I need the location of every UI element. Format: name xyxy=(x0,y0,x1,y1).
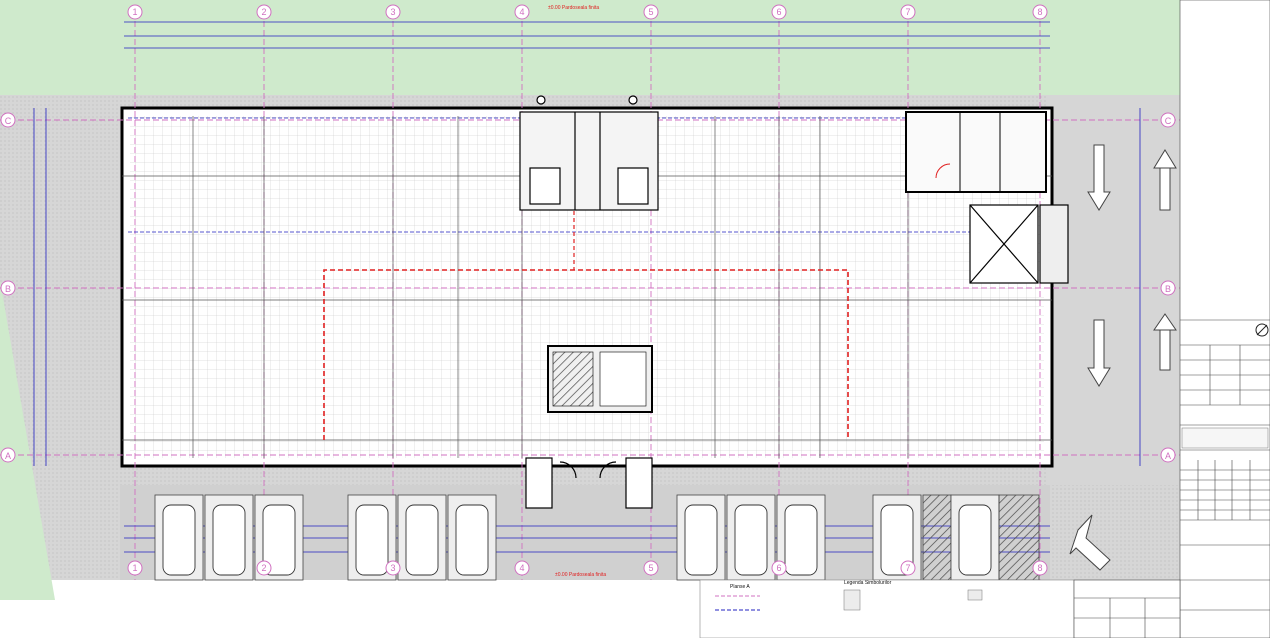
axis-label-7-top: 7 xyxy=(905,7,910,17)
staircase xyxy=(547,345,653,413)
axis-label-B-right: B xyxy=(1165,284,1171,294)
elevator-shaft xyxy=(969,204,1069,284)
legend-symbols-title: Legenda Simbolurilor xyxy=(844,580,892,586)
axis-label-A-right: A xyxy=(1165,451,1171,461)
axis-label-C-right: C xyxy=(1165,116,1172,126)
axis-label-4-bottom: 4 xyxy=(519,563,524,573)
axis-label-6-bottom: 6 xyxy=(776,563,781,573)
axis-label-5-bottom: 5 xyxy=(648,563,653,573)
office-rooms xyxy=(905,111,1047,193)
architectural-floor-plan: 1 2 3 4 5 6 7 8 1 2 3 4 5 6 7 8 A B C A … xyxy=(0,0,1270,638)
road xyxy=(1048,95,1180,485)
axis-label-3-top: 3 xyxy=(390,7,395,17)
grass-area-top xyxy=(0,0,1180,95)
axis-label-2-bottom: 2 xyxy=(261,563,266,573)
axis-label-A-left: A xyxy=(5,451,11,461)
axis-label-B-left: B xyxy=(5,284,11,294)
axis-label-4-top: 4 xyxy=(519,7,524,17)
axis-label-8-top: 8 xyxy=(1037,7,1042,17)
revision-panel xyxy=(1181,427,1269,449)
axis-label-1-top: 1 xyxy=(132,7,137,17)
legend-plans-title: Planse A xyxy=(730,584,750,590)
axis-label-2-top: 2 xyxy=(261,7,266,17)
axis-label-6-top: 6 xyxy=(776,7,781,17)
level-marker-top: ±0.00 Pardoseala finita xyxy=(548,5,599,11)
axis-label-8-bottom: 8 xyxy=(1037,563,1042,573)
legend-box xyxy=(699,579,1075,638)
axis-label-1-bottom: 1 xyxy=(132,563,137,573)
toilet-block xyxy=(519,95,659,211)
axis-label-3-bottom: 3 xyxy=(390,563,395,573)
level-marker-bottom: ±0.00 Pardoseala finita xyxy=(555,572,606,578)
axis-label-5-top: 5 xyxy=(648,7,653,17)
axis-label-C-left: C xyxy=(5,116,12,126)
axis-label-7-bottom: 7 xyxy=(905,563,910,573)
